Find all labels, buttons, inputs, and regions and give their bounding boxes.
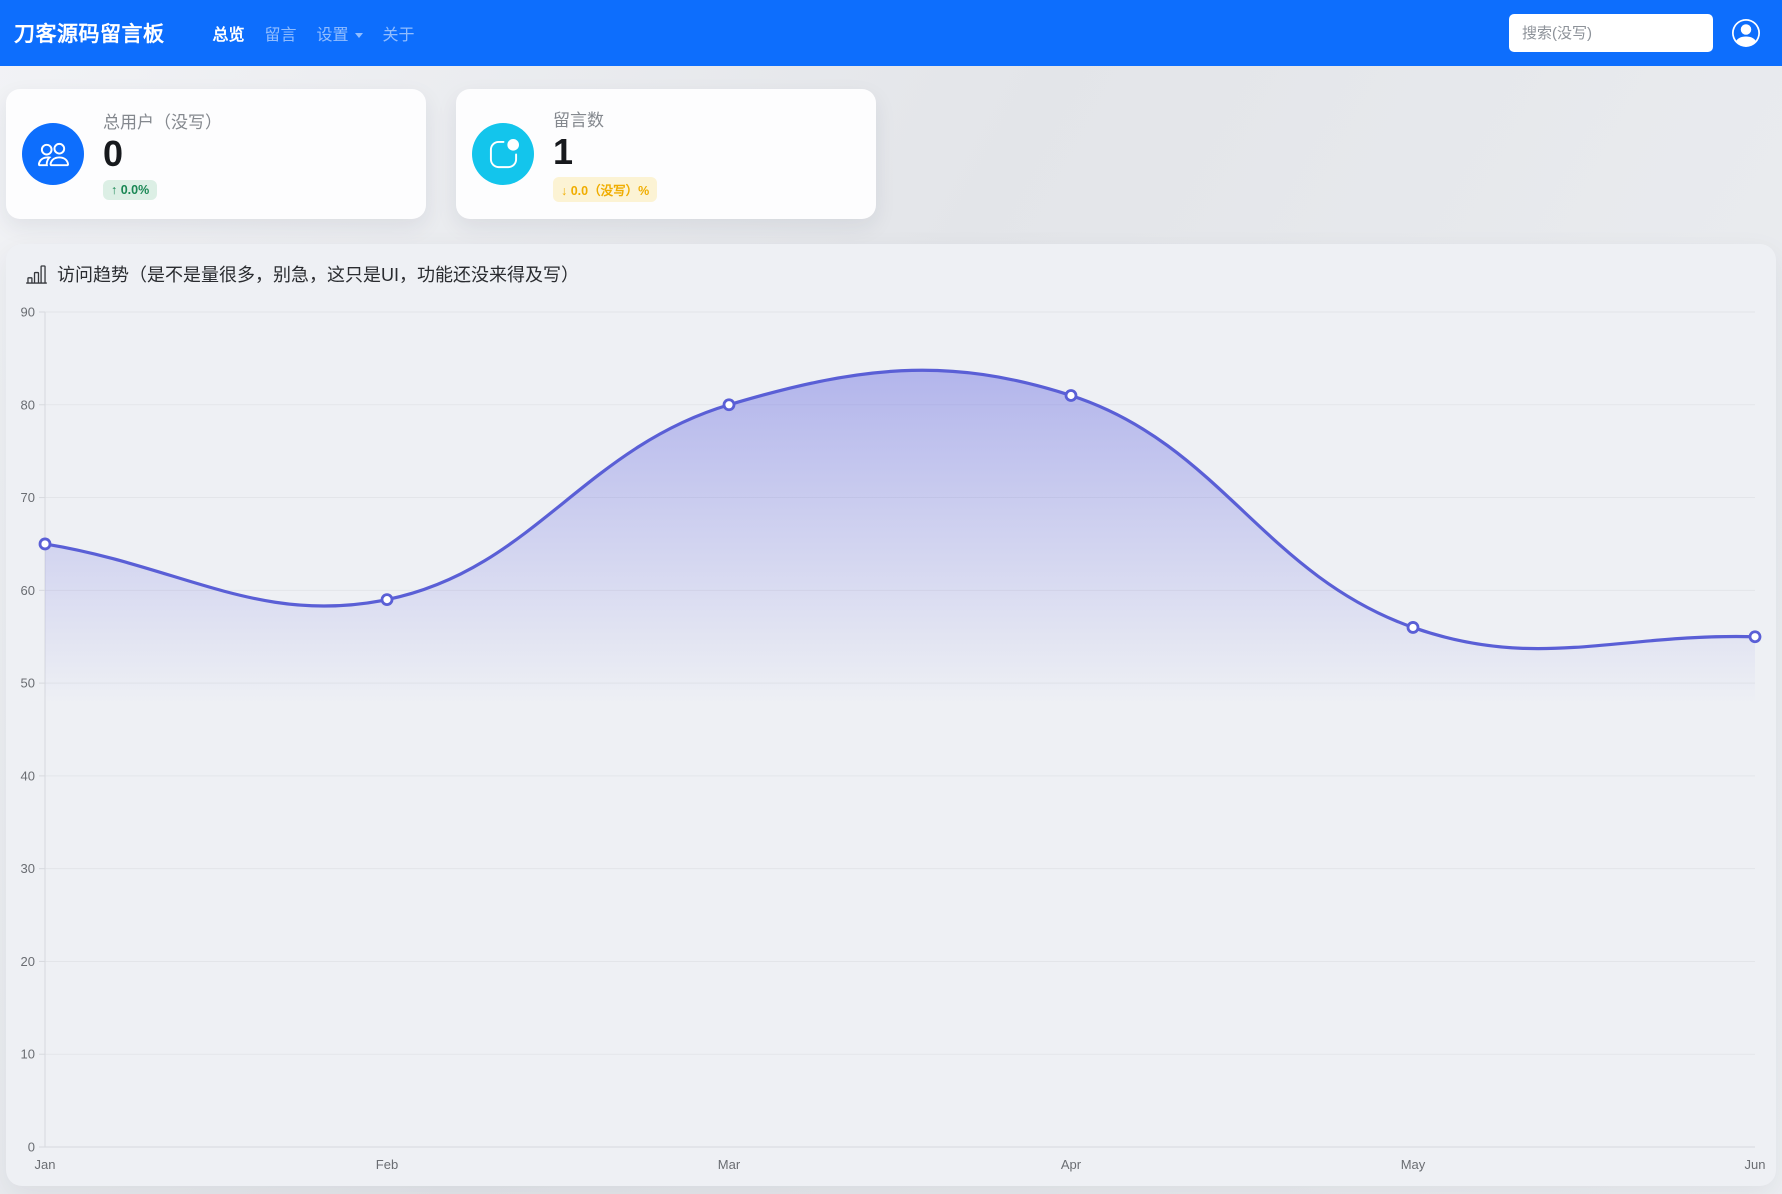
people-icon [38,139,69,170]
stat-trend-badge: ↓ 0.0（没写）% [553,177,657,202]
brand-title[interactable]: 刀客源码留言板 [14,18,165,48]
stat-value: 0 [103,134,222,174]
nav-links: 总览 留言 设置 关于 [213,21,415,45]
svg-text:May: May [1401,1157,1426,1172]
nav-item-settings[interactable]: 设置 [317,21,363,45]
stat-trend-badge: ↑ 0.0% [103,180,157,200]
message-indicator-icon [488,139,519,170]
visit-trend-card: 访问趋势（是不是量很多，别急，这只是UI，功能还没来得及写） 0 10 20 30 40… [6,244,1776,1186]
svg-text:Apr: Apr [1061,1157,1082,1172]
stat-card-message-count: 留言数 1 ↓ 0.0（没写）% [456,89,876,219]
svg-text:20: 20 [21,954,35,969]
svg-text:50: 50 [21,676,35,691]
svg-text:Jun: Jun [1745,1157,1766,1172]
svg-text:Feb: Feb [376,1157,398,1172]
trend-line-chart[interactable]: 0 10 20 30 40 50 60 70 80 90 Jan Feb Mar Apr May Jun [6,296,1776,1186]
stat-icon-circle [22,123,84,185]
svg-text:10: 10 [21,1047,35,1062]
svg-text:80: 80 [21,397,35,412]
nav-item-overview[interactable]: 总览 [213,21,245,45]
top-navbar: 刀客源码留言板 总览 留言 设置 关于 [0,0,1782,66]
stat-title: 总用户（没写） [103,108,222,133]
stat-card-total-users: 总用户（没写） 0 ↑ 0.0% [6,89,426,219]
svg-text:90: 90 [21,305,35,320]
nav-item-messages[interactable]: 留言 [265,21,297,45]
nav-item-about[interactable]: 关于 [383,21,415,45]
stat-title: 留言数 [553,106,657,131]
svg-text:40: 40 [21,768,35,783]
svg-text:70: 70 [21,490,35,505]
stat-body: 总用户（没写） 0 ↑ 0.0% [103,108,222,199]
svg-text:0: 0 [28,1140,35,1155]
bar-chart-icon [26,264,47,285]
user-avatar-button[interactable] [1732,19,1760,47]
stat-body: 留言数 1 ↓ 0.0（没写）% [553,106,657,202]
stat-icon-circle [472,123,534,185]
chevron-down-icon [355,33,363,38]
chart-header: 访问趋势（是不是量很多，别急，这只是UI，功能还没来得及写） [6,244,1776,287]
svg-text:Mar: Mar [718,1157,741,1172]
nav-item-settings-label: 设置 [317,27,349,44]
svg-text:Jan: Jan [35,1157,56,1172]
stat-value: 1 [553,132,657,172]
search-input[interactable] [1509,14,1713,52]
person-circle-icon [1732,19,1760,47]
svg-text:30: 30 [21,861,35,876]
svg-text:60: 60 [21,583,35,598]
stats-row: 总用户（没写） 0 ↑ 0.0% 留言数 1 ↓ 0.0（没写）% [0,66,1782,219]
chart-title: 访问趋势（是不是量很多，别急，这只是UI，功能还没来得及写） [57,261,579,287]
